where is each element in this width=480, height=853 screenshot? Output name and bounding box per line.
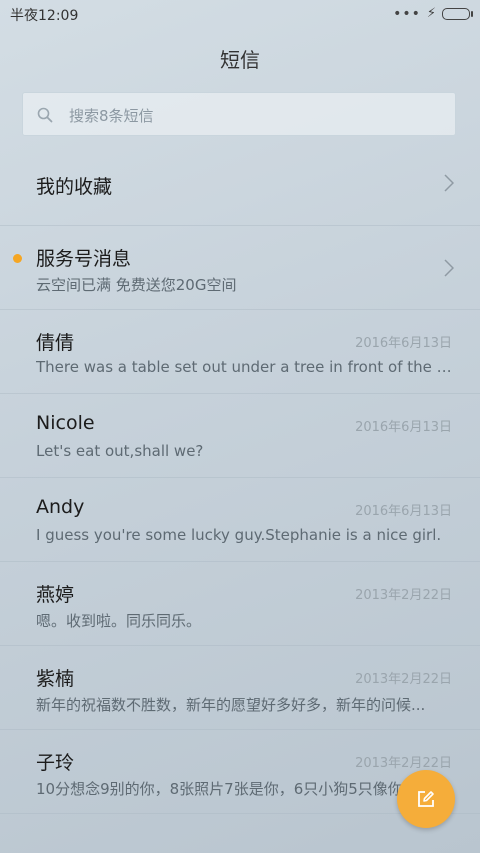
message-date: 2013年2月22日 bbox=[355, 672, 452, 687]
search-input[interactable]: 搜索8条短信 bbox=[22, 92, 456, 136]
message-preview: 新年的祝福数不胜数，新年的愿望好多好多，新年的问候... bbox=[36, 696, 426, 714]
message-date: 2016年6月13日 bbox=[355, 336, 452, 351]
service-messages-row[interactable]: 服务号消息 云空间已满 免费送您20G空间 bbox=[0, 226, 480, 310]
contact-name: 燕婷 bbox=[36, 584, 75, 606]
conversation-list: 我的收藏 服务号消息 云空间已满 免费送您20G空间 倩倩 2016年6月13日… bbox=[0, 144, 480, 814]
chevron-right-icon bbox=[444, 174, 454, 192]
conversation-row[interactable]: 紫楠 2013年2月22日 新年的祝福数不胜数，新年的愿望好多好多，新年的问候.… bbox=[0, 646, 480, 730]
contact-name: Andy bbox=[36, 496, 85, 518]
search-icon bbox=[37, 107, 53, 123]
message-preview: 10分想念9别的你，8张照片7张是你，6只小狗5只像你 bbox=[36, 780, 403, 798]
favorites-row[interactable]: 我的收藏 bbox=[0, 144, 480, 226]
search-placeholder: 搜索8条短信 bbox=[69, 107, 154, 125]
contact-name: 倩倩 bbox=[36, 332, 75, 354]
charging-bolt-icon: ⚡ bbox=[426, 6, 436, 21]
more-dots-icon: ••• bbox=[393, 6, 421, 22]
message-preview: 嗯。收到啦。同乐同乐。 bbox=[36, 612, 202, 630]
conversation-row[interactable]: Andy 2016年6月13日 I guess you're some luck… bbox=[0, 478, 480, 562]
favorites-label: 我的收藏 bbox=[36, 176, 113, 198]
message-date: 2016年6月13日 bbox=[355, 420, 452, 435]
conversation-row[interactable]: Nicole 2016年6月13日 Let's eat out,shall we… bbox=[0, 394, 480, 478]
conversation-row[interactable]: 倩倩 2016年6月13日 There was a table set out … bbox=[0, 310, 480, 394]
status-time: 半夜12:09 bbox=[10, 8, 79, 24]
message-date: 2016年6月13日 bbox=[355, 504, 452, 519]
battery-icon bbox=[442, 8, 473, 20]
status-icons: ••• ⚡ bbox=[393, 6, 473, 22]
compose-icon bbox=[418, 791, 434, 807]
message-preview: There was a table set out under a tree i… bbox=[36, 358, 456, 376]
message-date: 2013年2月22日 bbox=[355, 756, 452, 771]
contact-name: Nicole bbox=[36, 412, 95, 434]
contact-name: 子玲 bbox=[36, 752, 75, 774]
page-title: 短信 bbox=[220, 48, 260, 72]
compose-button[interactable] bbox=[397, 770, 455, 828]
service-messages-label: 服务号消息 bbox=[36, 248, 132, 270]
chevron-right-icon bbox=[444, 259, 454, 277]
message-date: 2013年2月22日 bbox=[355, 588, 452, 603]
conversation-row[interactable]: 燕婷 2013年2月22日 嗯。收到啦。同乐同乐。 bbox=[0, 562, 480, 646]
status-bar: 半夜12:09 ••• ⚡ bbox=[0, 0, 480, 28]
service-messages-subtitle: 云空间已满 免费送您20G空间 bbox=[36, 276, 237, 294]
unread-dot bbox=[13, 254, 22, 263]
message-preview: I guess you're some lucky guy.Stephanie … bbox=[36, 526, 442, 544]
message-preview: Let's eat out,shall we? bbox=[36, 442, 204, 460]
contact-name: 紫楠 bbox=[36, 668, 75, 690]
